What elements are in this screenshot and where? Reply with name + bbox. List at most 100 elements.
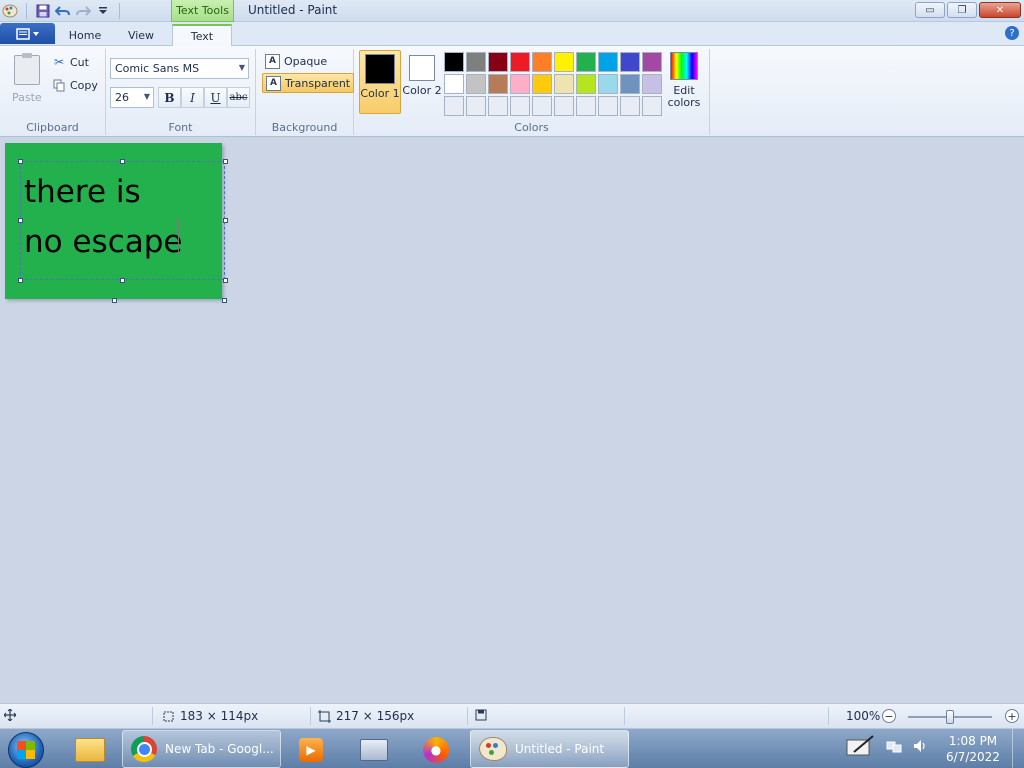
save-icon[interactable] xyxy=(33,2,53,20)
palette-color-swatch[interactable] xyxy=(642,74,662,94)
edit-colors-button[interactable]: Edit colors xyxy=(666,52,702,109)
palette-color-swatch[interactable] xyxy=(510,96,530,116)
palette-color-swatch[interactable] xyxy=(576,74,596,94)
canvas-resize-handle[interactable] xyxy=(222,298,227,303)
taskbar-paint[interactable]: Untitled - Paint xyxy=(470,730,629,768)
show-desktop-button[interactable] xyxy=(1012,729,1024,768)
palette-color-swatch[interactable] xyxy=(554,52,574,72)
underline-button[interactable]: U xyxy=(204,87,227,108)
palette-color-swatch[interactable] xyxy=(444,96,464,116)
zoom-level: 100% xyxy=(846,709,881,723)
palette-color-swatch[interactable] xyxy=(466,96,486,116)
color1-button[interactable]: Color 1 xyxy=(359,50,401,114)
palette-color-swatch[interactable] xyxy=(488,52,508,72)
resize-handle[interactable] xyxy=(18,218,23,223)
transparent-button[interactable]: A Transparent xyxy=(262,73,355,93)
security-app-taskbar[interactable]: ● xyxy=(416,732,456,768)
tab-text[interactable]: Text xyxy=(172,24,232,46)
paint-app-icon[interactable] xyxy=(0,2,20,20)
pen-tablet-icon[interactable] xyxy=(846,735,876,761)
qat-separator xyxy=(26,3,27,19)
palette-color-swatch[interactable] xyxy=(598,52,618,72)
palette-color-swatch[interactable] xyxy=(444,74,464,94)
canvas-size: 217 × 156px xyxy=(318,709,414,723)
zoom-slider-thumb[interactable] xyxy=(946,710,954,724)
palette-color-swatch[interactable] xyxy=(620,52,640,72)
palette-color-swatch[interactable] xyxy=(532,52,552,72)
paint-menu-button[interactable] xyxy=(0,23,55,44)
text-tools-context-label: Text Tools xyxy=(171,0,234,22)
color-spectrum-icon xyxy=(670,52,698,80)
strikethrough-button[interactable]: abc xyxy=(227,87,250,108)
close-button[interactable]: ✕ xyxy=(979,2,1021,18)
palette-color-swatch[interactable] xyxy=(576,52,596,72)
palette-color-swatch[interactable] xyxy=(598,74,618,94)
volume-icon[interactable] xyxy=(912,738,928,758)
paste-button[interactable]: Paste xyxy=(12,91,42,104)
zoom-in-button[interactable]: + xyxy=(1005,709,1019,723)
minimize-button[interactable]: ▭ xyxy=(915,2,945,18)
clock-date: 6/7/2022 xyxy=(946,750,1000,764)
palette-color-swatch[interactable] xyxy=(444,52,464,72)
resize-handle[interactable] xyxy=(18,159,23,164)
font-family-select[interactable]: Comic Sans MS ▼ xyxy=(110,58,249,79)
palette-color-swatch[interactable] xyxy=(488,96,508,116)
palette-color-swatch[interactable] xyxy=(532,96,552,116)
copy-label: Copy xyxy=(70,78,98,92)
color2-label: Color 2 xyxy=(402,84,442,97)
font-family-value: Comic Sans MS xyxy=(115,62,200,75)
tab-view[interactable]: View xyxy=(113,24,169,46)
resize-handle[interactable] xyxy=(120,278,125,283)
canvas-resize-handle[interactable] xyxy=(112,298,117,303)
font-format-buttons: B I U abc xyxy=(158,87,250,108)
font-size-select[interactable]: 26 ▼ xyxy=(110,87,154,108)
palette-color-swatch[interactable] xyxy=(598,96,618,116)
tab-home[interactable]: Home xyxy=(58,24,112,46)
redo-icon[interactable] xyxy=(73,2,93,20)
media-player-icon: ▶ xyxy=(299,738,323,762)
restore-button[interactable]: ❐ xyxy=(947,2,977,18)
palette-color-swatch[interactable] xyxy=(620,74,640,94)
canvas-text[interactable]: there is no escape xyxy=(24,167,182,267)
opaque-button[interactable]: A Opaque xyxy=(262,51,330,71)
palette-color-swatch[interactable] xyxy=(554,74,574,94)
italic-button[interactable]: I xyxy=(181,87,204,108)
status-separator xyxy=(467,707,468,725)
start-button[interactable] xyxy=(8,732,44,768)
network-icon[interactable] xyxy=(886,738,902,758)
bold-button[interactable]: B xyxy=(158,87,181,108)
taskbar-clock[interactable]: 1:08 PM 6/7/2022 xyxy=(938,733,1008,765)
resize-handle[interactable] xyxy=(120,159,125,164)
palette-color-swatch[interactable] xyxy=(620,96,640,116)
palette-color-swatch[interactable] xyxy=(532,74,552,94)
palette-color-swatch[interactable] xyxy=(510,74,530,94)
palette-color-swatch[interactable] xyxy=(466,74,486,94)
help-icon[interactable]: ? xyxy=(1005,26,1019,40)
file-explorer-taskbar[interactable] xyxy=(70,732,110,768)
cut-label: Cut xyxy=(70,55,89,69)
resize-handle[interactable] xyxy=(18,278,23,283)
cut-button[interactable]: ✂ Cut xyxy=(52,55,89,69)
ribbon-tabs: Home View Text ? xyxy=(0,22,1024,46)
selection-size: 183 × 114px xyxy=(162,709,258,723)
zoom-out-button[interactable]: − xyxy=(882,709,896,723)
palette-color-swatch[interactable] xyxy=(466,52,486,72)
colors-group-label: Colors xyxy=(514,121,549,134)
taskbar-chrome[interactable]: New Tab - Googl... xyxy=(122,730,281,768)
copy-button[interactable]: Copy xyxy=(52,78,98,92)
resize-handle[interactable] xyxy=(223,159,228,164)
dropdown-arrow-icon[interactable] xyxy=(93,2,113,20)
palette-color-swatch[interactable] xyxy=(642,52,662,72)
palette-color-swatch[interactable] xyxy=(554,96,574,116)
cursor-position-icon xyxy=(4,709,16,721)
palette-color-swatch[interactable] xyxy=(510,52,530,72)
on-screen-keyboard-taskbar[interactable] xyxy=(354,732,394,768)
resize-handle[interactable] xyxy=(223,278,228,283)
media-player-taskbar[interactable]: ▶ xyxy=(292,732,330,768)
color2-button[interactable]: Color 2 xyxy=(401,50,443,114)
undo-icon[interactable] xyxy=(53,2,73,20)
palette-color-swatch[interactable] xyxy=(642,96,662,116)
palette-color-swatch[interactable] xyxy=(488,74,508,94)
font-size-value: 26 xyxy=(115,91,129,104)
palette-color-swatch[interactable] xyxy=(576,96,596,116)
